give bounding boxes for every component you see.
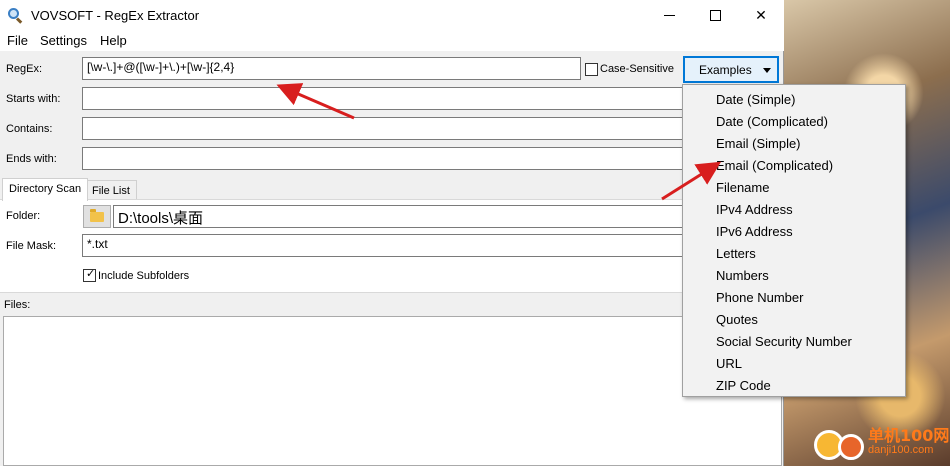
contains-input[interactable] <box>82 117 782 140</box>
case-sensitive-checkbox[interactable] <box>585 63 598 76</box>
menu-item-quotes[interactable]: Quotes <box>716 312 758 327</box>
magnifier-app-icon <box>8 8 23 24</box>
checkmark-icon: ✓ <box>86 268 96 280</box>
menu-item-zip-code[interactable]: ZIP Code <box>716 378 771 393</box>
files-label: Files: <box>4 299 31 311</box>
regex-label: RegEx: <box>6 63 43 75</box>
folder-label: Folder: <box>6 210 41 222</box>
examples-button-label: Examples <box>699 62 752 77</box>
maximize-icon <box>709 10 721 21</box>
watermark-url: danji100.com <box>868 444 934 456</box>
title-bar[interactable]: VOVSOFT - RegEx Extractor ✕ <box>0 0 784 31</box>
file-mask-input[interactable]: *.txt <box>82 234 782 257</box>
ends-with-label: Ends with: <box>6 153 57 165</box>
watermark-circle-icon <box>838 434 864 460</box>
minimize-button[interactable] <box>646 0 692 31</box>
menu-item-numbers[interactable]: Numbers <box>716 268 769 283</box>
menu-item-phone-number[interactable]: Phone Number <box>716 290 803 305</box>
include-subfolders-label: Include Subfolders <box>98 270 190 282</box>
starts-with-input[interactable] <box>82 87 782 110</box>
menu-settings[interactable]: Settings <box>40 33 87 48</box>
window-title: VOVSOFT - RegEx Extractor <box>31 8 200 23</box>
menu-item-email-simple[interactable]: Email (Simple) <box>716 136 801 151</box>
menu-item-ipv4-address[interactable]: IPv4 Address <box>716 202 793 217</box>
menu-bar: File Settings Help <box>0 31 784 51</box>
regex-input[interactable]: [\w-\.]+@([\w-]+\.)+[\w-]{2,4} <box>82 57 581 80</box>
files-result-box[interactable] <box>3 316 782 466</box>
menu-item-filename[interactable]: Filename <box>716 180 769 195</box>
watermark-text: 单机100网 <box>868 426 950 445</box>
browse-folder-button[interactable] <box>83 205 111 228</box>
app-window: VOVSOFT - RegEx Extractor ✕ File Setting… <box>0 0 784 466</box>
minimize-icon <box>663 15 675 16</box>
folder-open-icon <box>90 208 104 222</box>
examples-dropdown-menu: Date (Simple) Date (Complicated) Email (… <box>682 84 906 397</box>
maximize-button[interactable] <box>692 0 738 31</box>
menu-item-ipv6-address[interactable]: IPv6 Address <box>716 224 793 239</box>
tab-strip: Directory Scan File List <box>0 178 784 201</box>
menu-item-url[interactable]: URL <box>716 356 742 371</box>
tab-file-list[interactable]: File List <box>85 180 137 201</box>
file-mask-label: File Mask: <box>6 240 57 252</box>
tab-directory-scan[interactable]: Directory Scan <box>2 178 89 201</box>
menu-file[interactable]: File <box>7 33 28 48</box>
contains-label: Contains: <box>6 123 53 135</box>
close-button[interactable]: ✕ <box>738 0 784 31</box>
menu-item-letters[interactable]: Letters <box>716 246 756 261</box>
close-icon: ✕ <box>755 7 767 23</box>
menu-item-social-security-number[interactable]: Social Security Number <box>716 334 852 349</box>
case-sensitive-label: Case-Sensitive <box>600 63 674 75</box>
menu-help[interactable]: Help <box>100 33 127 48</box>
site-watermark-logo: 单机100网 danji100.com <box>806 422 950 462</box>
include-subfolders-checkbox[interactable]: ✓ <box>83 268 96 282</box>
examples-button[interactable]: Examples <box>683 56 779 83</box>
menu-item-date-simple[interactable]: Date (Simple) <box>716 92 795 107</box>
starts-with-label: Starts with: <box>6 93 61 105</box>
menu-item-date-complicated[interactable]: Date (Complicated) <box>716 114 828 129</box>
ends-with-input[interactable] <box>82 147 782 170</box>
menu-item-email-complicated[interactable]: Email (Complicated) <box>716 158 833 173</box>
chevron-down-icon <box>763 68 771 73</box>
